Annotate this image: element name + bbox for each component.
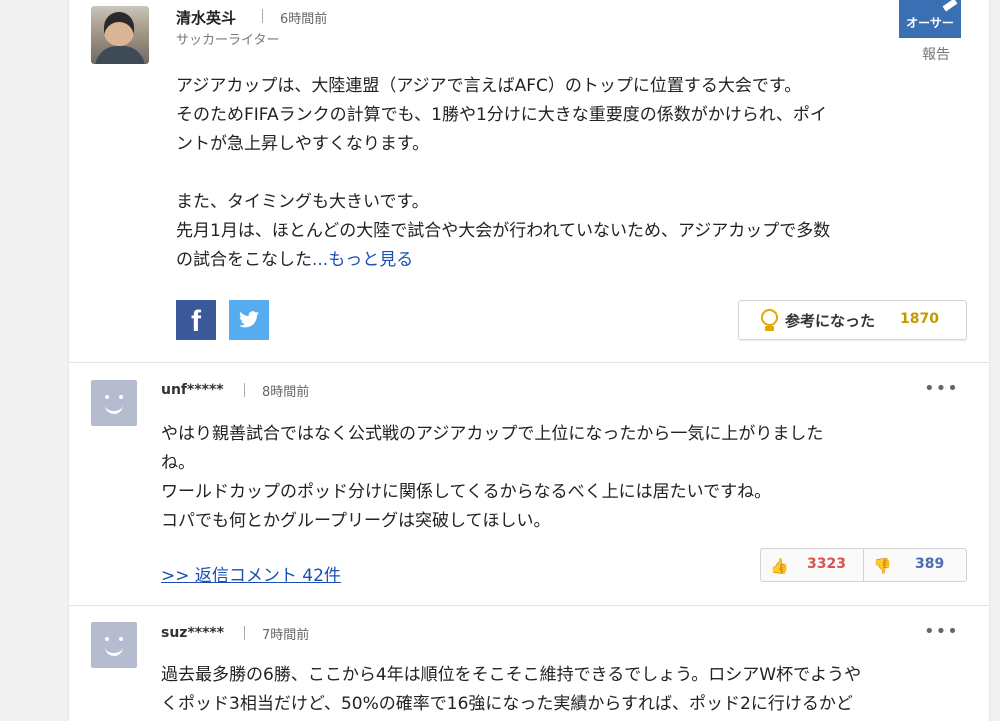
thumbs-down-button[interactable]: 👎 389 [864,549,966,581]
author-badge: オーサー [899,0,961,38]
thumbs-up-button[interactable]: 👍 3323 [761,549,863,581]
expert-comment-body: アジアカップは、大陸連盟（アジアで言えばAFC）のトップに位置する大会です。 そ… [176,76,831,270]
comment-username[interactable]: suz***** [161,625,224,641]
vote-buttons: 👍 3323 👎 389 [760,548,967,582]
divider [69,362,989,363]
reply-comments-link[interactable]: >> 返信コメント 42件 [161,561,341,586]
pen-icon [942,0,958,12]
helpful-button[interactable]: 参考になった 1870 [738,300,967,340]
twitter-share-button[interactable] [229,300,269,340]
comment-body: やはり親善試合ではなく公式戦のアジアカップで上位になったから一気に上がりました … [161,424,824,531]
expert-role: サッカーライター [176,33,280,48]
comment-panel: 清水英斗 6時間前 サッカーライター オーサー 報告 アジアカップは、大陸連盟（… [68,0,990,721]
comment-timestamp: 7時間前 [262,628,310,643]
lightbulb-icon [761,309,778,326]
expert-timestamp: 6時間前 [280,12,328,27]
thumbs-down-icon: 👎 [873,557,892,575]
report-link[interactable]: 報告 [922,44,950,64]
twitter-bird-icon [239,311,259,328]
comment-timestamp: 8時間前 [262,385,310,400]
comment-body: 過去最多勝の6勝、ここから4年は順位をそこそこ維持できるでしょう。ロシアW杯でよ… [161,665,862,714]
expert-name[interactable]: 清水英斗 [176,7,236,28]
read-more-link[interactable]: ...もっと見る [312,250,413,270]
more-options-icon[interactable]: ••• [924,378,959,399]
user-avatar [91,380,137,426]
divider [244,383,245,397]
divider [262,9,263,23]
divider [244,626,245,640]
comment-username[interactable]: unf***** [161,382,224,398]
up-count: 3323 [807,556,846,572]
down-count: 389 [915,556,945,572]
more-options-icon[interactable]: ••• [924,621,959,642]
facebook-share-button[interactable]: f [176,300,216,340]
divider [69,605,989,606]
user-avatar [91,622,137,668]
expert-avatar[interactable] [91,6,149,64]
thumbs-up-icon: 👍 [770,557,789,575]
helpful-count: 1870 [900,311,939,327]
